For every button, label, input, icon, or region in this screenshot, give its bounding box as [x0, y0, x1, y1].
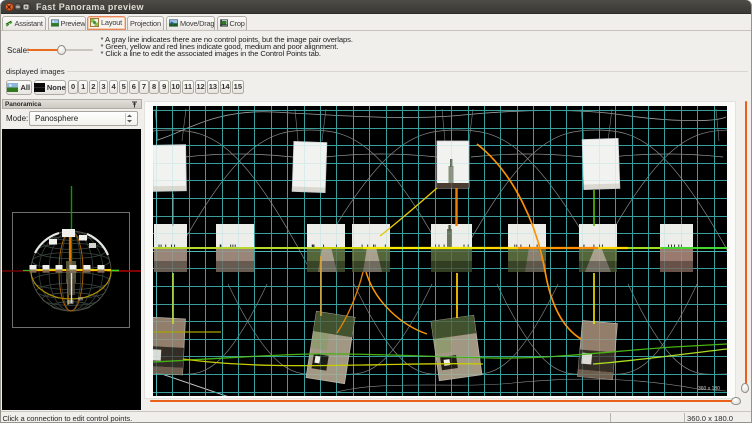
svg-text:360 x 180: 360 x 180 — [698, 386, 720, 392]
